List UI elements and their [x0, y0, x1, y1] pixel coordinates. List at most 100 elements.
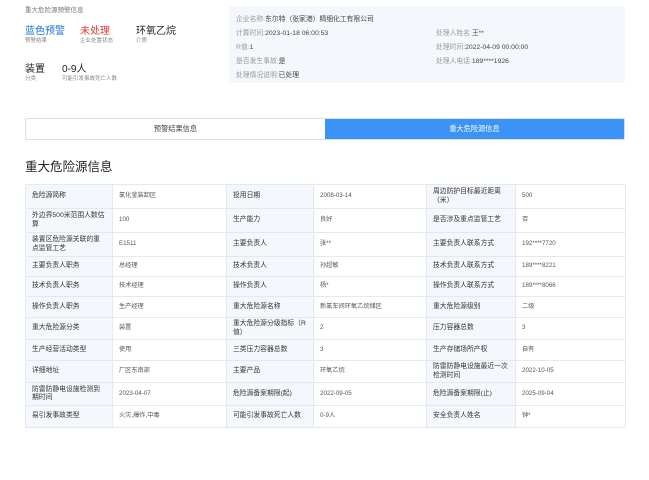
- table-field-value: 192****7720: [515, 232, 626, 257]
- table-row: 防雷防静电设施检测到期时间 2023-04-07 危险源备案期限(起) 2022-09…: [25, 382, 626, 406]
- info-handler-phone: 处理人电话:189****1926: [436, 58, 509, 65]
- enterprise-status-label: 企业处置状态: [80, 38, 114, 44]
- warning-info-header-title: 重大危险源预警信息: [25, 7, 84, 14]
- table-field-value: 厂区东南部: [112, 360, 227, 383]
- table-row: 危险源简称 氯化釜装卸区 投用日期 2008-03-14 周边防护目标最近距离（米） 50…: [25, 184, 626, 209]
- table-field-label: 技术负责人职务: [25, 276, 113, 297]
- table-field-label: 重大危险源级别: [426, 296, 516, 318]
- table-field-label: 防雷防静电设施检测到期时间: [25, 382, 113, 406]
- table-field-label: 危险源备案期限(止): [426, 382, 516, 406]
- info-calc-time: 计算时间:2023-01-18 06:00:53: [236, 30, 329, 37]
- table-row: 易引发事故类型 火灾,爆炸,中毒 可能引发事故死亡人数 0-9人 安全负责人姓名 钟*: [25, 405, 626, 428]
- table-field-label: 投用日期: [226, 184, 314, 209]
- table-field-label: 可能引发事故死亡人数: [226, 405, 314, 428]
- table-field-value: 3: [515, 317, 626, 340]
- section-title: 重大危险源信息: [25, 160, 113, 174]
- medium-value: 环氧乙烷: [136, 26, 176, 37]
- table-field-label: 安全负责人姓名: [426, 405, 516, 428]
- info-accident-occurred: 是否发生事故:是: [236, 58, 286, 65]
- table-row: 重大危险源分类 装置 重大危险源分级指标（R值） 2 压力容器总数 3: [25, 317, 626, 340]
- table-field-label: 危险源简称: [25, 184, 113, 209]
- stat-warning-result: 蓝色预警 预警结果: [25, 26, 65, 45]
- table-row: 生产经营活动类型 使用 三类压力容器总数 3 生产存储场所产权 自有: [25, 339, 626, 361]
- table-field-value: 189****8221: [515, 256, 626, 277]
- table-field-value: 500: [515, 184, 626, 209]
- table-field-label: 重大危险源分级指标（R值）: [226, 317, 314, 340]
- table-field-label: 重大危险源名称: [226, 296, 314, 318]
- table-field-value: 2025-09-04: [515, 382, 626, 406]
- table-field-label: 技术负责人: [226, 256, 314, 277]
- table-field-value: 良好: [313, 208, 427, 233]
- table-row: 装置区危险源关联的重点监管工艺 E1511 主要负责人 张** 主要负责人联系方式 192…: [25, 232, 626, 257]
- table-field-value: 自有: [515, 339, 626, 361]
- table-field-label: 生产存储场所产权: [426, 339, 516, 361]
- table-field-label: 主要负责人职务: [25, 256, 113, 277]
- info-handler-name: 处理人姓名:王**: [436, 30, 484, 37]
- table-field-label: 防雷防静电设施最近一次检测时间: [426, 360, 516, 383]
- hazard-info-table: 危险源简称 氯化釜装卸区 投用日期 2008-03-14 周边防护目标最近距离（米） 50…: [25, 184, 626, 428]
- stat-possible-deaths: 0-9人 可能引发事故死亡人数: [62, 64, 117, 83]
- table-field-value: 技术经理: [112, 276, 227, 297]
- info-r-value: R值:1: [236, 44, 254, 51]
- table-field-label: 装置区危险源关联的重点监管工艺: [25, 232, 113, 257]
- table-field-label: 周边防护目标最近距离（米）: [426, 184, 516, 209]
- table-field-label: 生产经营活动类型: [25, 339, 113, 361]
- table-field-label: 易引发事故类型: [25, 405, 113, 428]
- table-field-label: 压力容器总数: [426, 317, 516, 340]
- warning-detail-panel: 企业名称:东尔特（张家港）精细化工有限公司 计算时间:2023-01-18 06…: [229, 6, 625, 83]
- table-field-value: 氯化釜装卸区: [112, 184, 227, 209]
- table-field-label: 操作负责人联系方式: [426, 276, 516, 297]
- table-field-label: 重大危险源分类: [25, 317, 113, 340]
- table-field-label: 是否涉及重点监管工艺: [426, 208, 516, 233]
- medium-label: 介质: [136, 38, 148, 44]
- tab-warning-result[interactable]: 预警结果信息: [26, 119, 325, 139]
- table-field-label: 危险源备案期限(起): [226, 382, 314, 406]
- table-field-label: 三类压力容器总数: [226, 339, 314, 361]
- table-field-value: 2022-10-05: [515, 360, 626, 383]
- possible-deaths-value: 0-9人: [62, 64, 87, 75]
- table-field-value: 否: [515, 208, 626, 233]
- table-field-value: 100: [112, 208, 227, 233]
- table-field-value: 装置: [112, 317, 227, 340]
- table-field-value: 使用: [112, 339, 227, 361]
- table-row: 操作负责人职务 生产经理 重大危险源名称 新氯车间环氧乙烷储区 重大危险源级别 二级: [25, 296, 626, 318]
- possible-deaths-label: 可能引发事故死亡人数: [62, 76, 118, 82]
- table-field-value: 2022-09-05: [313, 382, 427, 406]
- table-row: 外边界500米范围人数估算 100 生产能力 良好 是否涉及重点监管工艺否: [25, 208, 626, 233]
- table-field-label: 主要产品: [226, 360, 314, 383]
- table-field-value: 0-9人: [313, 405, 427, 428]
- table-field-value: 新氯车间环氧乙烷储区: [313, 296, 427, 318]
- table-field-value: 2: [313, 317, 427, 340]
- info-tab-switch: 预警结果信息 重大危险源信息: [25, 118, 625, 140]
- stat-enterprise-status: 未处理 企业处置状态: [80, 26, 113, 45]
- table-field-value: 杨*: [313, 276, 427, 297]
- info-handling-time: 处理时间:2022-04-09 00:00:00: [436, 44, 529, 51]
- table-row: 详细地址 厂区东南部 主要产品 环氧乙烷 防雷防静电设施最近一次检测时间 2022-10-…: [25, 360, 626, 383]
- info-enterprise-name: 企业名称:东尔特（张家港）精细化工有限公司: [236, 16, 374, 23]
- table-field-value: 二级: [515, 296, 626, 318]
- table-field-value: 2008-03-14: [313, 184, 427, 209]
- stat-medium: 环氧乙烷 介质: [136, 26, 176, 45]
- warning-result-label: 预警结果: [25, 38, 48, 44]
- table-field-label: 操作负责人职务: [25, 296, 113, 318]
- table-field-label: 操作负责人: [226, 276, 314, 297]
- warning-result-value: 蓝色预警: [25, 26, 65, 37]
- table-field-label: 主要负责人: [226, 232, 314, 257]
- table-row: 主要负责人职务 总经理 技术负责人 孙超敏 技术负责人联系方式 189****8221: [25, 256, 626, 277]
- tab-major-hazard[interactable]: 重大危险源信息: [325, 119, 624, 139]
- table-field-value: 3: [313, 339, 427, 361]
- table-field-label: 生产能力: [226, 208, 314, 233]
- enterprise-status-value: 未处理: [80, 26, 110, 37]
- table-field-value: 钟*: [515, 405, 626, 428]
- table-field-value: E1511: [112, 232, 227, 257]
- table-field-label: 主要负责人联系方式: [426, 232, 516, 257]
- category-value: 装置: [25, 64, 45, 75]
- table-row: 技术负责人职务 技术经理 操作负责人 杨* 操作负责人联系方式 189****8066: [25, 276, 626, 297]
- table-field-label: 外边界500米范围人数估算: [25, 208, 113, 233]
- table-field-value: 总经理: [112, 256, 227, 277]
- table-field-value: 189****8066: [515, 276, 626, 297]
- stat-category: 装置 分类: [25, 64, 45, 83]
- table-field-value: 张**: [313, 232, 427, 257]
- info-handling-note: 处理情况说明:已处理: [236, 72, 300, 79]
- table-field-value: 火灾,爆炸,中毒: [112, 405, 227, 428]
